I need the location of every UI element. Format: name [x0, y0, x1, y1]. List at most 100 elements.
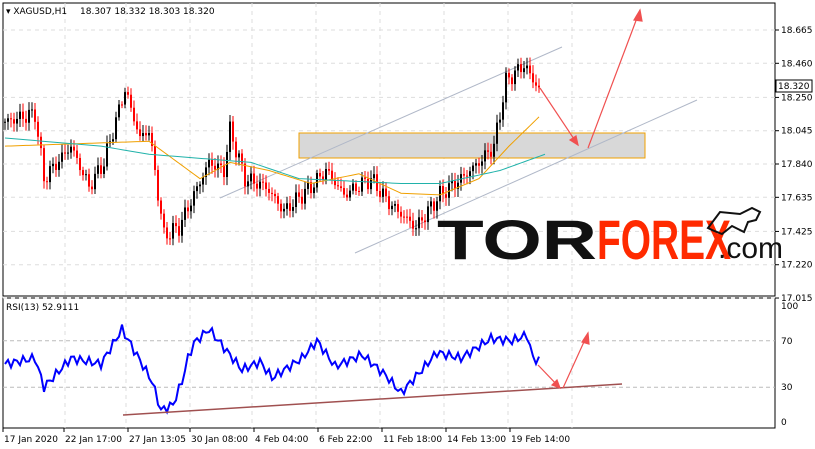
candle: [223, 164, 225, 178]
candle: [364, 177, 366, 179]
candle: [325, 169, 327, 180]
candle: [532, 73, 534, 83]
candle: [253, 173, 255, 184]
candle: [265, 182, 267, 189]
candle: [487, 150, 489, 152]
candle: [178, 226, 180, 236]
candle: [490, 151, 492, 157]
x-tick-label: 17 Jan 2020: [4, 435, 58, 445]
candle: [190, 205, 192, 212]
candle: [133, 107, 135, 122]
candle: [145, 133, 147, 136]
candle: [175, 223, 177, 227]
candle: [79, 157, 81, 171]
candle: [196, 186, 198, 192]
x-tick-label: 6 Feb 22:00: [319, 435, 373, 445]
candle: [220, 163, 222, 165]
candle: [187, 207, 189, 212]
candle: [130, 94, 132, 108]
candle: [211, 159, 213, 166]
candle: [511, 77, 513, 85]
candle: [433, 201, 435, 211]
x-tick-label: 14 Feb 13:00: [447, 435, 506, 445]
candle: [286, 203, 288, 209]
symbol: XAGUSD,H1: [13, 7, 67, 17]
y-tick-label: 18.045: [781, 127, 813, 137]
candle: [304, 188, 306, 204]
candle: [244, 163, 246, 187]
candle: [262, 181, 264, 183]
candle: [121, 104, 123, 106]
candle: [229, 121, 231, 152]
candle: [16, 118, 18, 124]
y-tick-label: 17.840: [781, 160, 813, 170]
candle: [367, 178, 369, 190]
resistance-zone: [298, 132, 646, 159]
symbol-label: ▾ XAGUSD,H1: [6, 7, 67, 17]
candle: [118, 104, 120, 118]
candle: [382, 188, 384, 197]
candle: [280, 203, 282, 212]
forecast-arrow-up: [587, 9, 641, 149]
rsi-tick-label: 30: [781, 383, 793, 393]
candle: [463, 174, 465, 176]
candle: [289, 203, 291, 211]
candle: [127, 92, 129, 95]
current-price: 18.320: [778, 82, 810, 92]
candle: [388, 196, 390, 210]
candle: [493, 143, 495, 157]
candle: [67, 152, 69, 154]
torforex-logo: TOR FOREX .com: [437, 206, 783, 271]
candle: [91, 186, 93, 190]
candle: [73, 146, 75, 151]
candle: [58, 161, 60, 170]
candle: [283, 208, 285, 212]
candle: [169, 238, 171, 240]
candle: [424, 220, 426, 223]
candle: [52, 163, 54, 167]
candle: [292, 207, 294, 211]
candle: [418, 217, 420, 229]
rsi-tick-label: 100: [781, 302, 798, 312]
candle: [7, 118, 9, 122]
candle: [508, 72, 510, 78]
candle: [403, 216, 405, 218]
candle: [415, 228, 417, 230]
candle: [142, 133, 144, 137]
candle: [334, 180, 336, 186]
candle: [427, 206, 429, 223]
candle: [97, 165, 99, 174]
candle: [235, 141, 237, 158]
candle: [46, 181, 48, 183]
candle: [349, 190, 351, 198]
candle: [472, 165, 474, 172]
candle: [31, 109, 33, 111]
candle: [214, 165, 216, 170]
candle: [82, 170, 84, 176]
candle: [238, 153, 240, 158]
candle: [202, 176, 204, 185]
candle: [163, 213, 165, 228]
candle: [13, 119, 15, 124]
candle: [523, 68, 525, 73]
candle: [10, 118, 12, 120]
candle: [76, 150, 78, 158]
candle: [514, 70, 516, 85]
candle: [157, 169, 159, 201]
candle: [100, 165, 102, 174]
candle: [379, 190, 381, 197]
y-tick-label: 17.425: [781, 227, 813, 237]
candle: [466, 175, 468, 177]
rsi-trendline: [122, 383, 623, 416]
candle: [172, 223, 174, 239]
candle: [340, 186, 342, 189]
candle: [19, 111, 21, 119]
candle: [430, 201, 432, 207]
candle: [199, 184, 201, 187]
channel-upper: [219, 46, 563, 199]
candle: [373, 174, 375, 179]
ohlc-values: 18.307 18.332 18.303 18.320: [80, 7, 215, 17]
candle: [445, 194, 447, 198]
candle: [193, 191, 195, 206]
candle: [385, 188, 387, 197]
